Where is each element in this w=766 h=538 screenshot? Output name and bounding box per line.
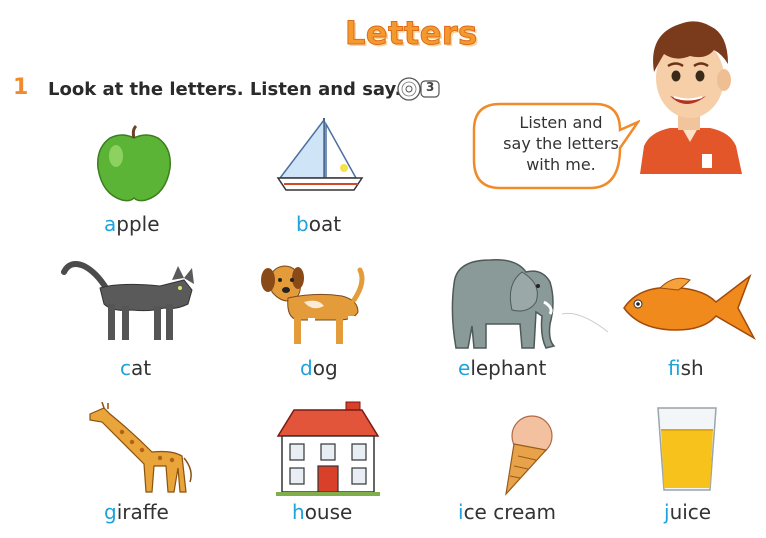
apple-icon (97, 124, 171, 202)
dog-icon (261, 265, 365, 344)
first-letter: d (300, 356, 313, 380)
exercise-instruction: Look at the letters. Listen and say. (48, 79, 402, 100)
word-rest: ish (680, 356, 704, 380)
word-rest: iraffe (116, 500, 169, 524)
bubble-line: Listen and (519, 113, 603, 132)
bubble-line: with me. (526, 155, 596, 174)
item-label-giraffe: giraffe (104, 500, 169, 524)
item-label-apple: apple (104, 212, 160, 236)
item-label-cat: cat (120, 356, 151, 380)
word-rest: ouse (304, 500, 353, 524)
audio-cd-icon[interactable] (396, 76, 442, 102)
first-letter: h (292, 500, 305, 524)
item-label-boat: boat (296, 212, 341, 236)
elephant-pointer-line (561, 312, 609, 333)
item-label-fish: fish (668, 356, 704, 380)
cat-icon (61, 261, 194, 340)
first-letter: a (104, 212, 117, 236)
track-number: 3 (426, 80, 435, 94)
fish-icon (623, 273, 756, 340)
exercise-number: 1 (13, 75, 29, 100)
juice-icon (657, 407, 717, 491)
house-icon (276, 401, 380, 496)
bubble-line: say the letters (503, 134, 619, 153)
item-label-ice-cream: ice cream (458, 500, 556, 524)
first-letter: b (296, 212, 309, 236)
item-label-elephant: elephant (458, 356, 546, 380)
word-rest: ce cream (463, 500, 557, 524)
item-label-dog: dog (300, 356, 338, 380)
item-label-juice: juice (664, 500, 711, 524)
first-letter: g (104, 500, 117, 524)
word-rest: og (312, 356, 338, 380)
page-title: Letters (345, 14, 478, 53)
ice-cream-icon (505, 415, 553, 496)
word-rest: lephant (470, 356, 547, 380)
word-rest: at (131, 356, 152, 380)
speech-bubble-text: Listen and say the letters with me. (486, 112, 636, 175)
boat-icon (276, 117, 364, 191)
word-rest: oat (308, 212, 342, 236)
elephant-icon (451, 259, 556, 349)
item-label-house: house (292, 500, 352, 524)
first-letter: e (458, 356, 471, 380)
boy-character-icon (640, 21, 742, 174)
first-letter: f (668, 356, 681, 380)
first-letter: c (120, 356, 131, 380)
word-rest: pple (116, 212, 160, 236)
giraffe-icon (89, 402, 192, 493)
word-rest: uice (669, 500, 712, 524)
